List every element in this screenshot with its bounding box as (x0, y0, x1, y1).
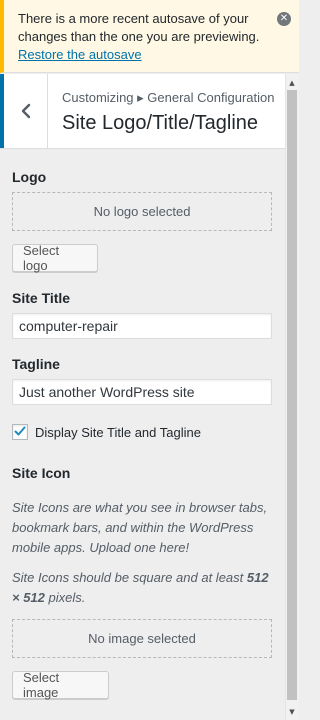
site-icon-placeholder-text: No image selected (88, 631, 196, 646)
scroll-up-arrow-icon[interactable]: ▲ (285, 76, 299, 90)
site-title-label: Site Title (12, 290, 71, 306)
select-image-button[interactable]: Select image (12, 670, 109, 700)
site-title-input[interactable] (12, 313, 272, 339)
site-icon-placeholder[interactable]: No image selected (12, 619, 272, 658)
logo-placeholder-text: No logo selected (93, 204, 191, 219)
site-icon-size-description: Site Icons should be square and at least… (12, 568, 274, 608)
display-title-tagline-label: Display Site Title and Tagline (35, 424, 201, 440)
back-button[interactable] (0, 74, 48, 148)
logo-label: Logo (12, 169, 47, 185)
site-icon-description: Site Icons are what you see in browser t… (12, 500, 268, 555)
scroll-down-arrow-icon[interactable]: ▼ (285, 705, 299, 719)
tagline-label: Tagline (12, 356, 60, 372)
tagline-input[interactable] (12, 379, 272, 405)
section-title: Site Logo/Title/Tagline (62, 112, 259, 134)
scrollbar-thumb[interactable] (287, 90, 297, 700)
size-desc-prefix: Site Icons should be square and at least (12, 570, 247, 585)
autosave-notice: There is a more recent autosave of your … (0, 0, 299, 73)
restore-autosave-link[interactable]: Restore the autosave (18, 47, 142, 62)
select-logo-button[interactable]: Select logo (12, 243, 98, 273)
size-desc-suffix: pixels. (44, 590, 86, 605)
checkmark-icon (14, 425, 26, 440)
breadcrumb: Customizing ▸ General Configuration (62, 90, 275, 105)
chevron-left-icon (20, 103, 32, 119)
dismiss-icon[interactable]: ✕ (277, 12, 291, 26)
logo-placeholder[interactable]: No logo selected (12, 192, 272, 231)
display-title-tagline-row: Display Site Title and Tagline (12, 424, 201, 440)
section-header: Customizing ▸ General Configuration Site… (0, 74, 285, 149)
autosave-notice-text: There is a more recent autosave of your … (18, 11, 260, 44)
display-title-tagline-checkbox[interactable] (12, 424, 28, 440)
site-icon-label: Site Icon (12, 465, 71, 481)
